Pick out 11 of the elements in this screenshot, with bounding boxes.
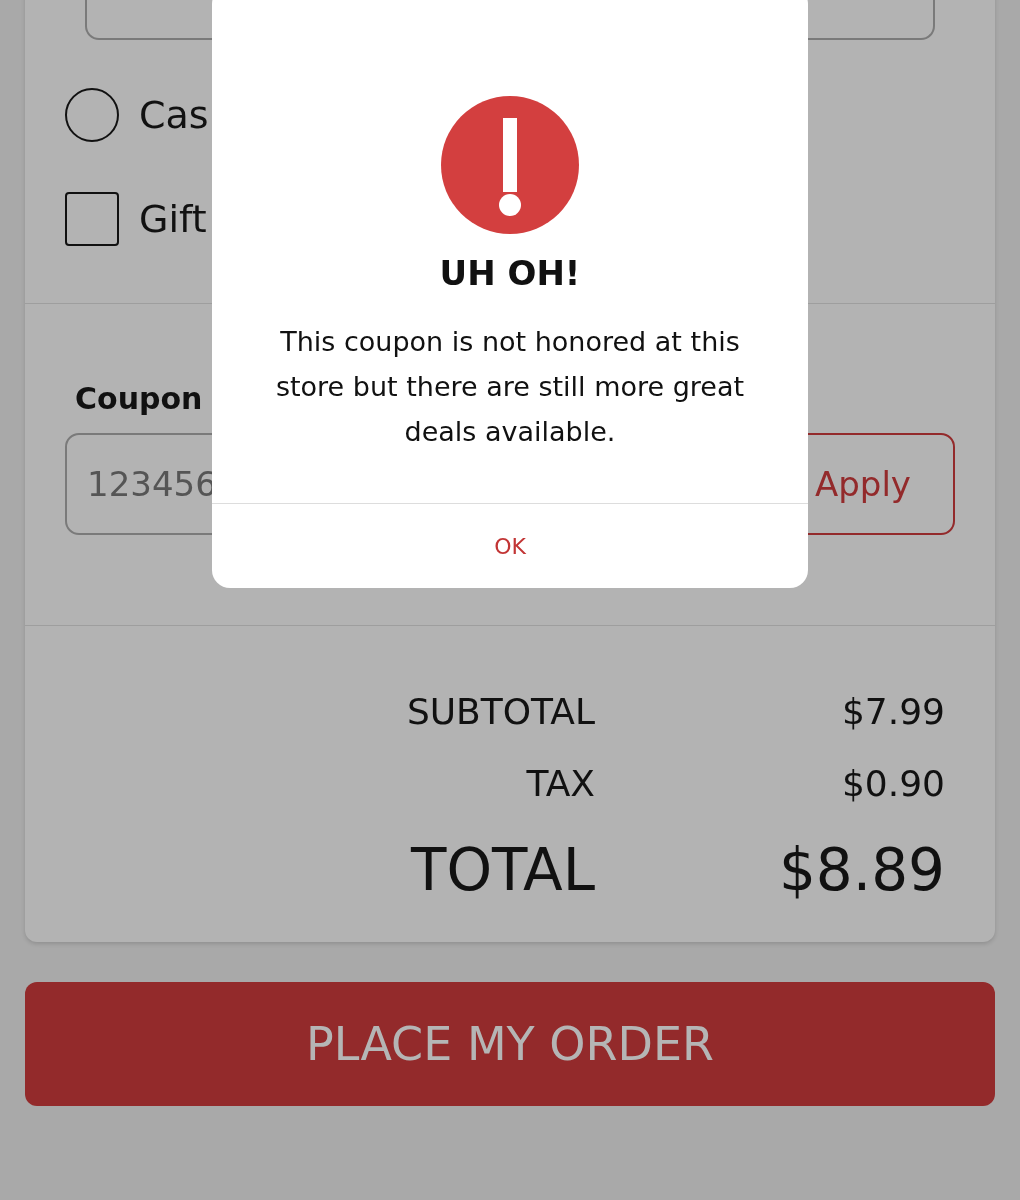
coupon-label: Coupon <box>75 380 203 418</box>
total-label: TAX <box>526 762 595 806</box>
option-label: Gift <box>139 195 207 243</box>
total-label: TOTAL <box>411 834 595 906</box>
total-value: $7.99 <box>841 690 945 734</box>
total-value: $8.89 <box>778 834 945 906</box>
total-label: SUBTOTAL <box>406 690 595 734</box>
total-value: $0.90 <box>841 762 945 806</box>
dialog-message: This coupon is not honored at this store but there are still more great deals available. <box>274 325 746 449</box>
option-label: Cas <box>139 91 209 139</box>
dialog-title: UH OH! <box>439 252 581 295</box>
